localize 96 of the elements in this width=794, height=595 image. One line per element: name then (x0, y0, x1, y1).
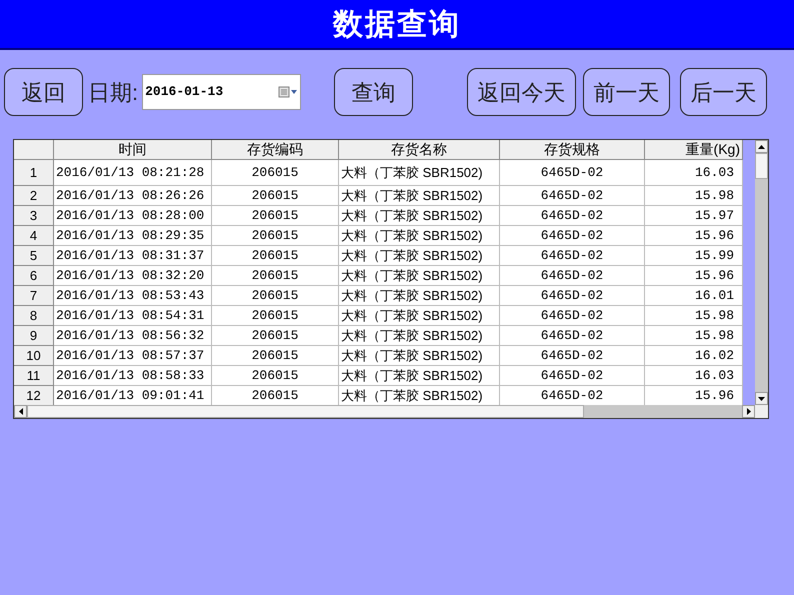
scroll-up-icon[interactable] (758, 144, 765, 148)
table-cell: 206015 (212, 160, 339, 186)
window-title: 数据查询 (333, 6, 461, 42)
table-cell: 15.98 (645, 186, 743, 206)
table-cell: 206015 (212, 206, 339, 226)
table-cell: 6465D-02 (500, 326, 645, 346)
table-cell: 6465D-02 (500, 160, 645, 186)
table-cell: 2016/01/13 08:26:26 (54, 186, 212, 206)
column-header[interactable]: 重量(Kg) (645, 140, 743, 160)
row-header[interactable]: 1 (14, 160, 54, 186)
table-cell: 6465D-02 (500, 286, 645, 306)
table-cell: 206015 (212, 326, 339, 346)
table-cell: 206015 (212, 226, 339, 246)
table-cell: 6465D-02 (500, 226, 645, 246)
table-cell: 206015 (212, 246, 339, 266)
table-cell: 大料（丁苯胶 SBR1502) (339, 226, 500, 246)
table-cell: 206015 (212, 186, 339, 206)
next-day-button[interactable]: 后一天 (680, 68, 768, 116)
row-header[interactable]: 3 (14, 206, 54, 226)
table-cell: 6465D-02 (500, 266, 645, 286)
table-cell: 2016/01/13 08:28:00 (54, 206, 212, 226)
table-cell: 16.03 (645, 366, 743, 386)
table-cell: 6465D-02 (500, 186, 645, 206)
table-cell: 大料（丁苯胶 SBR1502) (339, 266, 500, 286)
scrollbar-corner (755, 405, 768, 418)
table-cell: 大料（丁苯胶 SBR1502) (339, 160, 500, 186)
table-cell: 15.97 (645, 206, 743, 226)
row-header[interactable]: 5 (14, 246, 54, 266)
table-cell: 大料（丁苯胶 SBR1502) (339, 346, 500, 366)
table-cell: 2016/01/13 08:31:37 (54, 246, 212, 266)
row-header[interactable]: 7 (14, 286, 54, 306)
horizontal-scrollbar[interactable] (14, 405, 768, 418)
scroll-down-icon[interactable] (758, 396, 765, 400)
table-cell: 16.03 (645, 160, 743, 186)
table-cell: 206015 (212, 346, 339, 366)
back-button[interactable]: 返回 (4, 68, 83, 116)
table-cell: 大料（丁苯胶 SBR1502) (339, 366, 500, 386)
table-cell: 206015 (212, 386, 339, 405)
table-cell: 2016/01/13 08:57:37 (54, 346, 212, 366)
vertical-scrollbar[interactable] (755, 140, 768, 405)
row-header[interactable]: 9 (14, 326, 54, 346)
table-cell: 206015 (212, 366, 339, 386)
table-cell: 6465D-02 (500, 306, 645, 326)
calendar-dropdown-icon[interactable] (278, 86, 298, 98)
table-cell: 2016/01/13 09:01:41 (54, 386, 212, 405)
table-cell: 大料（丁苯胶 SBR1502) (339, 326, 500, 346)
scroll-thumb[interactable] (27, 405, 584, 418)
table-cell: 大料（丁苯胶 SBR1502) (339, 206, 500, 226)
table-cell: 206015 (212, 306, 339, 326)
table-cell: 大料（丁苯胶 SBR1502) (339, 386, 500, 405)
table-cell: 大料（丁苯胶 SBR1502) (339, 186, 500, 206)
table-cell: 2016/01/13 08:58:33 (54, 366, 212, 386)
table-cell: 6465D-02 (500, 206, 645, 226)
table-cell: 大料（丁苯胶 SBR1502) (339, 246, 500, 266)
table-cell: 15.96 (645, 226, 743, 246)
table-cell: 2016/01/13 08:29:35 (54, 226, 212, 246)
scroll-right-icon[interactable] (746, 408, 750, 415)
table-cell: 大料（丁苯胶 SBR1502) (339, 306, 500, 326)
date-label: 日期: (88, 78, 138, 106)
row-header[interactable]: 12 (14, 386, 54, 405)
table-cell: 15.99 (645, 246, 743, 266)
column-header[interactable]: 存货规格 (500, 140, 645, 160)
table-cell: 15.98 (645, 306, 743, 326)
previous-day-button[interactable]: 前一天 (583, 68, 670, 116)
row-header[interactable]: 10 (14, 346, 54, 366)
query-button[interactable]: 查询 (334, 68, 414, 116)
row-header[interactable]: 6 (14, 266, 54, 286)
table-cell: 2016/01/13 08:56:32 (54, 326, 212, 346)
table-cell: 6465D-02 (500, 246, 645, 266)
row-header[interactable]: 2 (14, 186, 54, 206)
table-cell: 206015 (212, 286, 339, 306)
column-header[interactable]: 时间 (54, 140, 212, 160)
table-cell: 2016/01/13 08:32:20 (54, 266, 212, 286)
table-cell: 2016/01/13 08:54:31 (54, 306, 212, 326)
column-header[interactable]: 存货编码 (212, 140, 339, 160)
scroll-thumb[interactable] (755, 153, 768, 179)
row-header[interactable]: 11 (14, 366, 54, 386)
corner-cell (14, 140, 54, 160)
table-cell: 大料（丁苯胶 SBR1502) (339, 286, 500, 306)
scroll-left-icon[interactable] (18, 408, 22, 415)
table-cell: 206015 (212, 266, 339, 286)
table-cell: 16.01 (645, 286, 743, 306)
table-cell: 2016/01/13 08:21:28 (54, 160, 212, 186)
table-cell: 15.96 (645, 386, 743, 405)
table-cell: 6465D-02 (500, 386, 645, 405)
table-cell: 15.98 (645, 326, 743, 346)
table-cell: 6465D-02 (500, 366, 645, 386)
table-cell: 2016/01/13 08:53:43 (54, 286, 212, 306)
date-picker[interactable]: 2016-01-13 (142, 74, 302, 110)
table-cell: 6465D-02 (500, 346, 645, 366)
table-cell: 16.02 (645, 346, 743, 366)
column-header[interactable]: 存货名称 (339, 140, 500, 160)
row-header[interactable]: 8 (14, 306, 54, 326)
row-header[interactable]: 4 (14, 226, 54, 246)
today-button[interactable]: 返回今天 (467, 68, 576, 116)
table-cell: 15.96 (645, 266, 743, 286)
